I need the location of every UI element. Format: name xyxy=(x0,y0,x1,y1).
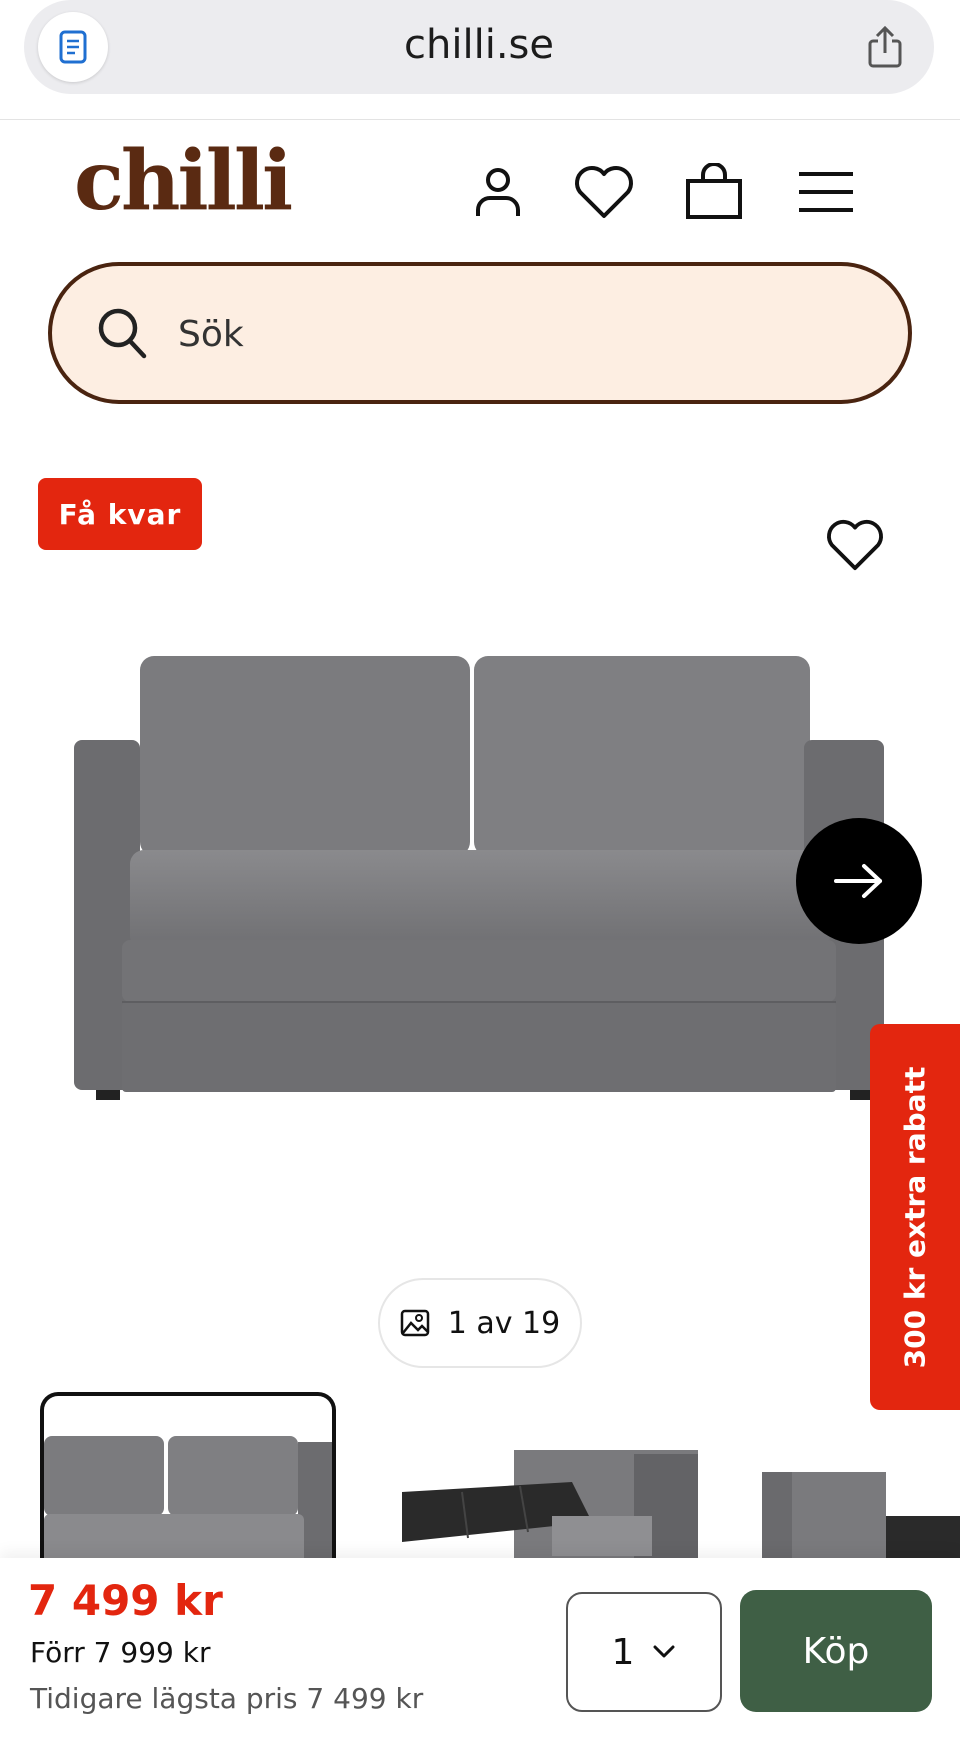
search-icon xyxy=(98,308,147,359)
share-icon xyxy=(868,25,902,68)
thumbnail-image xyxy=(44,1436,332,1562)
low-stock-badge: Få kvar xyxy=(38,478,202,550)
bag-icon xyxy=(686,163,742,219)
previous-price: Förr 7 999 kr xyxy=(30,1636,211,1669)
image-icon xyxy=(400,1309,429,1337)
arrow-right-icon xyxy=(834,864,882,898)
share-button[interactable] xyxy=(860,22,910,72)
current-price: 7 499 kr xyxy=(28,1576,223,1625)
thumbnail-2[interactable] xyxy=(402,1392,698,1562)
url-text[interactable]: chilli.se xyxy=(24,22,934,68)
purchase-bar: 7 499 kr Förr 7 999 kr Tidigare lägsta p… xyxy=(0,1558,960,1743)
thumbnail-image xyxy=(402,1450,698,1562)
browser-toolbar: chilli.se xyxy=(0,0,960,120)
quantity-value: 1 xyxy=(611,1631,635,1673)
menu-icon xyxy=(799,172,853,212)
chevron-down-icon xyxy=(653,1645,675,1658)
account-icon xyxy=(476,168,520,216)
search-bar[interactable] xyxy=(48,262,912,404)
search-input[interactable] xyxy=(178,304,778,364)
product-favorite-button[interactable] xyxy=(822,514,888,576)
site-logo[interactable]: chilli xyxy=(74,140,293,222)
buy-button[interactable]: Köp xyxy=(740,1590,932,1712)
extra-discount-tab[interactable]: 300 kr extra rabatt xyxy=(870,1024,960,1410)
quantity-select[interactable]: 1 xyxy=(566,1592,722,1712)
next-image-button[interactable] xyxy=(796,818,922,944)
heart-icon xyxy=(827,519,883,571)
extra-discount-label: 300 kr extra rabatt xyxy=(898,1066,932,1368)
wishlist-button[interactable] xyxy=(572,160,636,224)
menu-button[interactable] xyxy=(794,160,858,224)
thumbnail-1[interactable] xyxy=(40,1392,336,1562)
thumbnail-image xyxy=(762,1472,960,1562)
heart-icon xyxy=(575,166,633,218)
product-image[interactable] xyxy=(60,640,910,1120)
account-button[interactable] xyxy=(466,160,530,224)
cart-button[interactable] xyxy=(682,160,746,224)
lowest-price-note: Tidigare lägsta pris 7 499 kr xyxy=(30,1682,424,1715)
thumbnail-3[interactable] xyxy=(762,1392,960,1562)
address-bar[interactable]: chilli.se xyxy=(24,0,934,94)
image-counter[interactable]: 1 av 19 xyxy=(378,1278,582,1368)
image-counter-text: 1 av 19 xyxy=(447,1305,561,1341)
